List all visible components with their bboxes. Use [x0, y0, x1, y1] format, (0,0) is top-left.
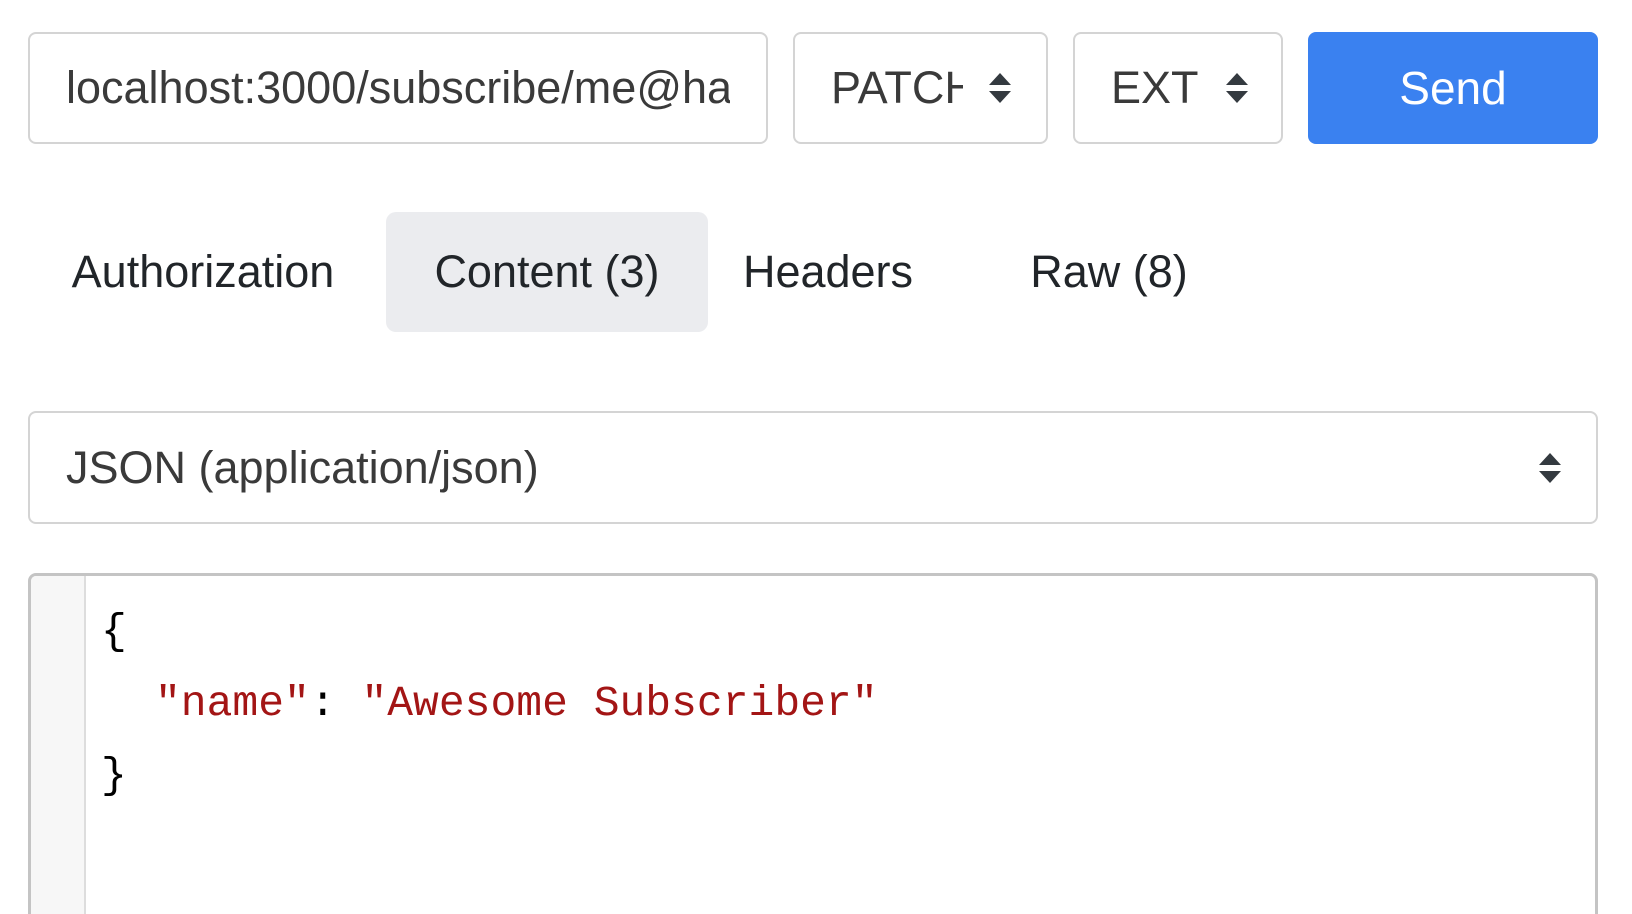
tab-content[interactable]: Content (3): [386, 212, 708, 332]
open-brace: {: [101, 607, 127, 656]
tab-raw[interactable]: Raw (8): [994, 212, 1224, 332]
code-area[interactable]: { "name": "Awesome Subscriber" }: [101, 596, 878, 812]
editor-gutter: [31, 576, 86, 914]
send-button[interactable]: Send: [1308, 32, 1598, 144]
json-key: "name": [155, 679, 310, 728]
extension-select[interactable]: EXT: [1073, 32, 1283, 144]
code-line: }: [101, 740, 878, 812]
method-select-value: PATCH: [831, 62, 963, 113]
tab-headers[interactable]: Headers: [718, 212, 938, 332]
code-line: {: [101, 596, 878, 668]
content-type-value: JSON (application/json): [66, 442, 539, 493]
tab-authorization[interactable]: Authorization: [28, 212, 378, 332]
content-type-select[interactable]: JSON (application/json): [28, 411, 1598, 524]
sort-icon: [1539, 453, 1561, 483]
json-colon: :: [309, 679, 336, 728]
extension-select-value: EXT: [1111, 62, 1199, 113]
json-value: "Awesome Subscriber": [361, 679, 878, 728]
sort-icon: [1226, 73, 1248, 103]
method-select[interactable]: PATCH: [793, 32, 1048, 144]
code-line: "name": "Awesome Subscriber": [101, 668, 878, 740]
code-editor[interactable]: { "name": "Awesome Subscriber" }: [28, 573, 1598, 914]
url-input[interactable]: [28, 32, 768, 144]
close-brace: }: [101, 751, 127, 800]
sort-icon: [989, 73, 1011, 103]
